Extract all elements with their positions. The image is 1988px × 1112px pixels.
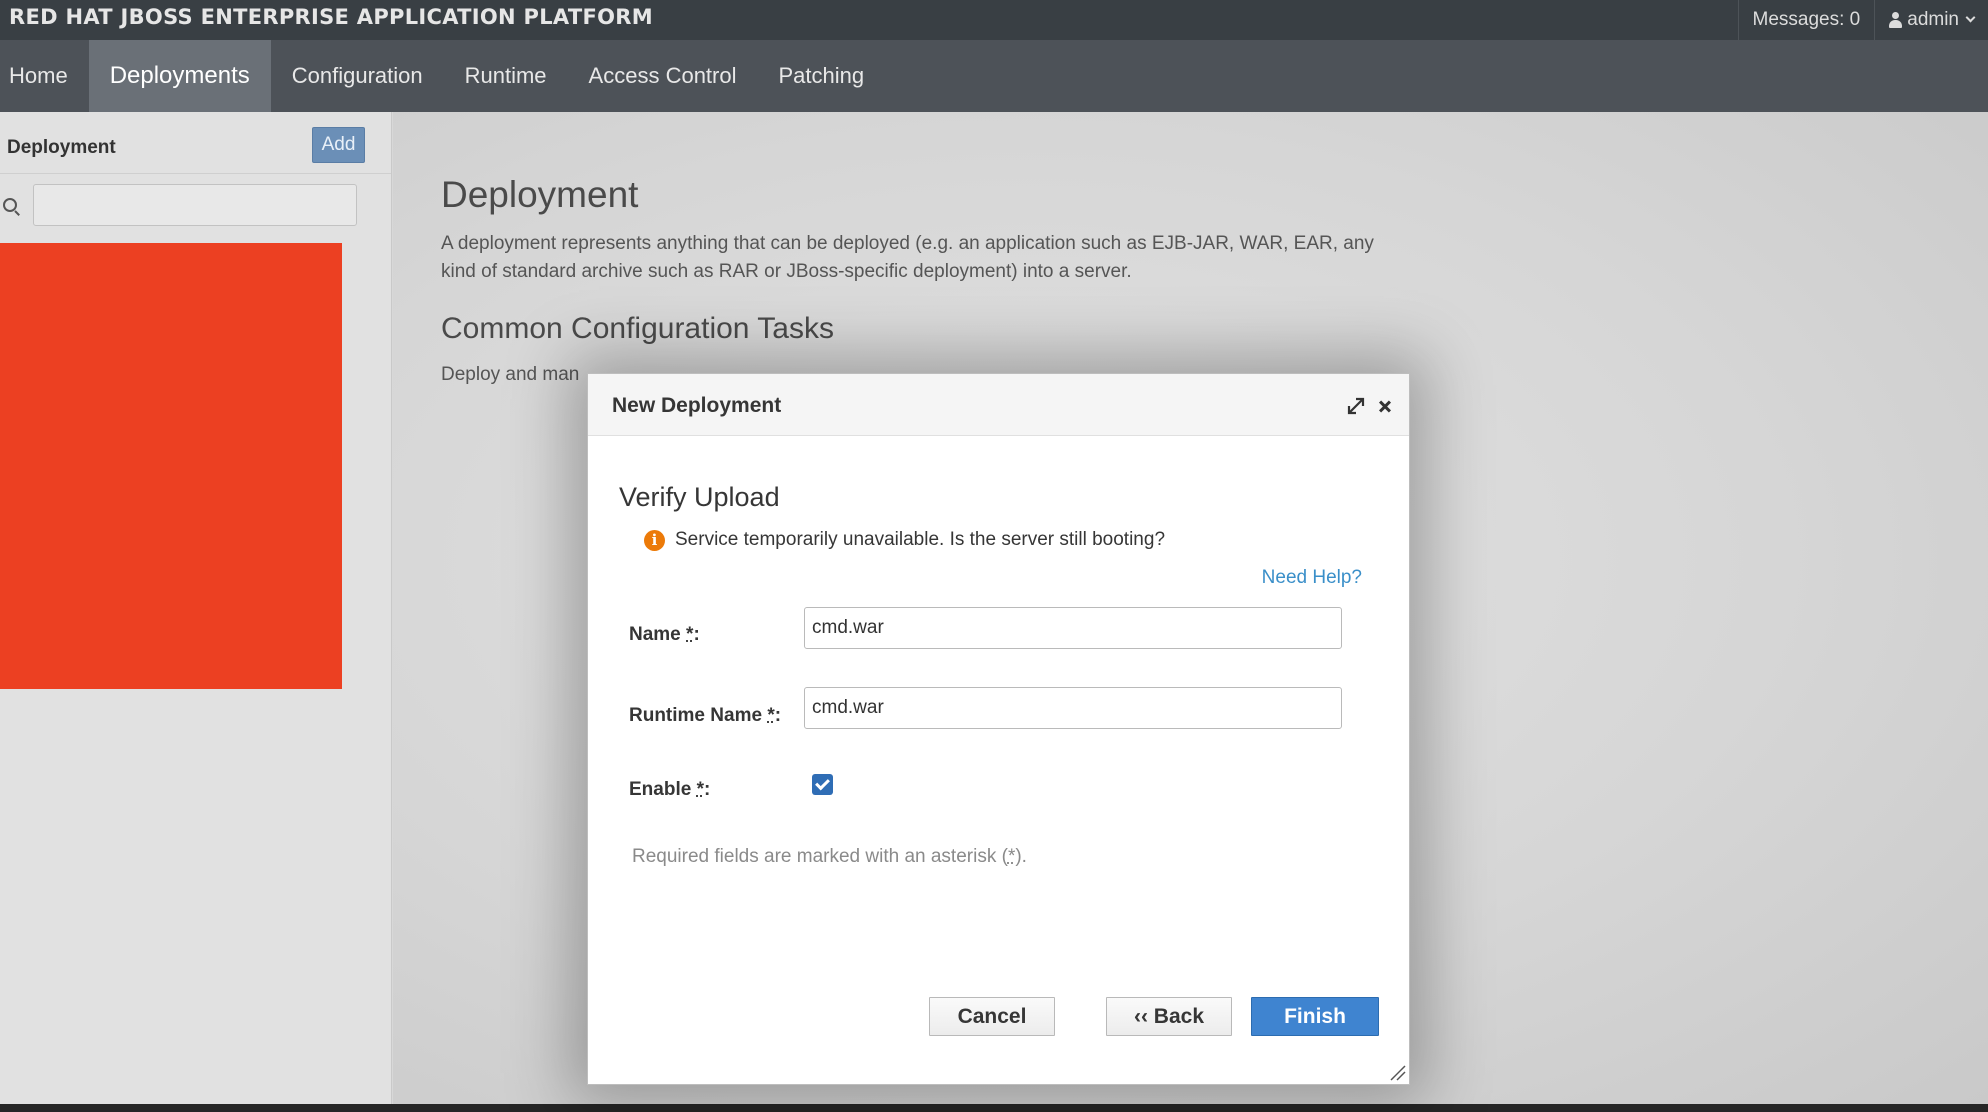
- runtime-name-field[interactable]: [804, 687, 1342, 729]
- user-name: admin: [1907, 9, 1959, 30]
- cancel-button[interactable]: Cancel: [929, 997, 1055, 1036]
- bottom-strip: [0, 1104, 1988, 1112]
- enable-label: Enable *:: [629, 779, 711, 800]
- chevron-down-icon: [1965, 12, 1976, 23]
- brand-logo-text: RED HAT JBOSS ENTERPRISE APPLICATION PLA…: [9, 5, 653, 29]
- nav-runtime[interactable]: Runtime: [444, 40, 568, 112]
- section-title: Common Configuration Tasks: [441, 312, 834, 345]
- sidebar-title: Deployment: [7, 137, 116, 158]
- page-description: A deployment represents anything that ca…: [441, 233, 1374, 282]
- page-title: Deployment: [441, 174, 639, 215]
- search-icon: [3, 198, 17, 212]
- enable-checkbox[interactable]: [812, 774, 833, 795]
- back-button[interactable]: ‹‹ Back: [1106, 997, 1232, 1036]
- section-description: Deploy and man: [441, 364, 580, 385]
- add-button[interactable]: Add: [312, 127, 365, 163]
- warning-text: Service temporarily unavailable. Is the …: [675, 529, 1166, 550]
- nav-home[interactable]: Home: [0, 40, 89, 112]
- search-input[interactable]: [33, 184, 357, 226]
- sidebar-header: Deployment Add: [0, 112, 391, 174]
- dialog-header: New Deployment: [588, 374, 1409, 436]
- top-bar: RED HAT JBOSS ENTERPRISE APPLICATION PLA…: [0, 0, 1988, 40]
- main-nav: Home Deployments Configuration Runtime A…: [0, 40, 1988, 112]
- nav-configuration[interactable]: Configuration: [271, 40, 444, 112]
- expand-icon[interactable]: [1346, 396, 1366, 416]
- new-deployment-dialog: New Deployment Verify Upload i Service t…: [587, 373, 1410, 1085]
- messages-link[interactable]: Messages: 0: [1737, 0, 1875, 40]
- need-help-link[interactable]: Need Help?: [1262, 567, 1362, 589]
- runtime-name-label: Runtime Name *:: [629, 705, 782, 726]
- resize-grip-icon[interactable]: [1388, 1063, 1406, 1081]
- finish-button[interactable]: Finish: [1251, 997, 1379, 1036]
- warning-icon: i: [644, 529, 665, 551]
- nav-patching[interactable]: Patching: [758, 40, 886, 112]
- dialog-title: New Deployment: [612, 394, 782, 417]
- name-label: Name *:: [629, 624, 700, 645]
- user-menu[interactable]: admin: [1874, 0, 1988, 40]
- step-title: Verify Upload: [619, 482, 780, 512]
- sidebar: Deployment Add: [0, 112, 392, 1104]
- nav-access-control[interactable]: Access Control: [568, 40, 758, 112]
- warning-message: i Service temporarily unavailable. Is th…: [644, 529, 1165, 551]
- redacted-block: [0, 243, 342, 689]
- required-fields-note: Required fields are marked with an aster…: [632, 846, 1027, 867]
- nav-deployments[interactable]: Deployments: [88, 40, 271, 112]
- name-field[interactable]: [804, 607, 1342, 649]
- user-icon: [1889, 12, 1903, 28]
- close-icon[interactable]: [1377, 398, 1393, 414]
- topbar-right: Messages: 0 admin: [1737, 0, 1988, 40]
